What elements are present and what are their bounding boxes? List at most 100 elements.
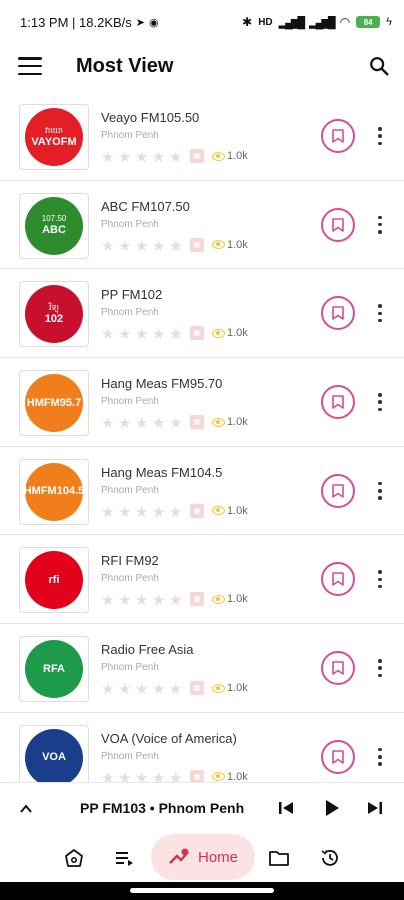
station-name: Hang Meas FM104.5 — [101, 464, 223, 480]
folder-icon[interactable] — [267, 846, 291, 870]
rating-stars[interactable]: ★ ★ ★ ★ ★ — [101, 682, 184, 697]
station-row[interactable]: HMFM95.7 Hang Meas FM95.70 Phnom Penh ★ … — [0, 358, 404, 447]
chevron-up-icon[interactable] — [18, 801, 34, 817]
station-city: Phnom Penh — [101, 307, 159, 319]
star-icon[interactable]: ★ — [169, 593, 184, 608]
star-icon[interactable]: ★ — [101, 150, 116, 165]
rating-stars[interactable]: ★ ★ ★ ★ ★ — [101, 504, 184, 520]
rating-stars[interactable]: ★ ★ ★ ★ ★ — [101, 150, 184, 165]
star-icon[interactable]: ★ — [135, 593, 150, 608]
bookmark-button[interactable] — [321, 562, 355, 597]
bookmark-button[interactable] — [321, 296, 355, 331]
station-row[interactable]: HMFM104.5 Hang Meas FM104.5 Phnom Penh ★… — [0, 447, 404, 536]
station-logo: 107.50 ABC — [19, 192, 89, 259]
bookmark-icon — [332, 395, 344, 409]
bookmark-button[interactable] — [321, 207, 355, 242]
view-count-value: 1.0k — [227, 238, 248, 251]
bookmark-button[interactable] — [321, 473, 355, 508]
more-options-icon[interactable] — [372, 213, 388, 237]
play-icon[interactable] — [320, 797, 342, 819]
menu-icon[interactable] — [18, 57, 42, 75]
rating-stars[interactable]: ★ ★ ★ ★ ★ — [101, 593, 184, 608]
star-icon[interactable]: ★ — [152, 770, 167, 782]
star-icon[interactable]: ★ — [135, 327, 150, 342]
rating-stars[interactable]: ★ ★ ★ ★ ★ — [101, 327, 184, 342]
rating-stars[interactable]: ★ ★ ★ ★ ★ — [101, 770, 184, 782]
playlist-icon[interactable] — [112, 846, 136, 870]
gesture-bar — [0, 882, 404, 900]
star-icon[interactable]: ★ — [135, 682, 150, 697]
more-options-icon[interactable] — [372, 656, 388, 680]
star-icon[interactable]: ★ — [152, 327, 167, 342]
station-logo-badge: rfi — [25, 551, 83, 610]
star-icon[interactable]: ★ — [152, 238, 167, 254]
rating-stars[interactable]: ★ ★ ★ ★ ★ — [101, 416, 184, 431]
star-icon[interactable]: ★ — [101, 416, 116, 431]
station-row[interactable]: 107.50 ABC ABC FM107.50 Phnom Penh ★ ★ ★… — [0, 181, 404, 270]
star-icon[interactable]: ★ — [118, 150, 133, 165]
search-icon[interactable] — [368, 55, 390, 77]
bookmark-button[interactable] — [321, 385, 355, 420]
view-count-value: 1.0k — [227, 150, 248, 162]
star-icon[interactable]: ★ — [101, 238, 116, 254]
nav-home-tab[interactable]: Home — [151, 834, 255, 880]
more-options-icon[interactable] — [372, 479, 388, 503]
wifi-icon: ◠ — [339, 15, 351, 29]
station-row[interactable]: VOA VOA (Voice of America) Phnom Penh ★ … — [0, 713, 404, 782]
star-icon[interactable]: ★ — [101, 504, 116, 520]
star-icon[interactable]: ★ — [118, 416, 133, 431]
star-icon[interactable]: ★ — [135, 238, 150, 254]
star-icon[interactable]: ★ — [118, 593, 133, 608]
more-options-icon[interactable] — [372, 745, 388, 769]
station-row[interactable]: វាយោ VAYOFM Veayo FM105.50 Phnom Penh ★ … — [0, 92, 404, 181]
star-icon[interactable]: ★ — [152, 416, 167, 431]
station-logo-text: HMFM104.5 — [23, 485, 85, 498]
star-icon[interactable]: ★ — [118, 238, 133, 254]
star-icon[interactable]: ★ — [169, 504, 184, 520]
star-icon[interactable]: ★ — [135, 416, 150, 431]
status-bar: 1:13 PM | 18.2KB/s ➤ ◉ ✱ HD ▂▄▆█ ▂▄▆█ ◠ … — [0, 0, 404, 44]
station-row[interactable]: RFA Radio Free Asia Phnom Penh ★ ★ ★ ★ ★… — [0, 624, 404, 713]
star-icon[interactable]: ★ — [135, 504, 150, 520]
bookmark-button[interactable] — [321, 739, 355, 774]
star-icon[interactable]: ★ — [169, 770, 184, 782]
star-icon[interactable]: ★ — [118, 504, 133, 520]
mini-player[interactable]: PP FM103 • Phnom Penh — [0, 782, 404, 834]
star-icon[interactable]: ★ — [169, 416, 184, 431]
bookmark-button[interactable] — [321, 651, 355, 686]
star-icon[interactable]: ★ — [101, 770, 116, 782]
star-icon[interactable]: ★ — [169, 150, 184, 165]
station-tag-icon: ▣ — [190, 149, 204, 163]
bookmark-button[interactable] — [321, 119, 355, 153]
rating-stars[interactable]: ★ ★ ★ ★ ★ — [101, 238, 184, 254]
star-icon[interactable]: ★ — [118, 327, 133, 342]
home-outline-icon[interactable] — [62, 846, 86, 870]
skip-next-icon[interactable] — [364, 797, 386, 819]
more-options-icon[interactable] — [372, 390, 388, 414]
star-icon[interactable]: ★ — [152, 593, 167, 608]
star-icon[interactable]: ★ — [169, 238, 184, 254]
more-options-icon[interactable] — [372, 124, 388, 148]
station-logo-badge: 107.50 ABC — [25, 196, 83, 255]
star-icon[interactable]: ★ — [169, 682, 184, 697]
star-icon[interactable]: ★ — [118, 770, 133, 782]
star-icon[interactable]: ★ — [135, 150, 150, 165]
star-icon[interactable]: ★ — [101, 327, 116, 342]
star-icon[interactable]: ★ — [152, 150, 167, 165]
more-options-icon[interactable] — [372, 301, 388, 325]
station-row[interactable]: វិទ្យុ 102 PP FM102 Phnom Penh ★ ★ ★ ★ ★… — [0, 269, 404, 359]
station-logo: វិទ្យុ 102 — [19, 281, 89, 348]
star-icon[interactable]: ★ — [101, 593, 116, 608]
star-icon[interactable]: ★ — [118, 682, 133, 697]
more-options-icon[interactable] — [372, 567, 388, 591]
star-icon[interactable]: ★ — [101, 682, 116, 697]
skip-previous-icon[interactable] — [275, 797, 297, 819]
star-icon[interactable]: ★ — [152, 682, 167, 697]
star-icon[interactable]: ★ — [152, 504, 167, 520]
star-icon[interactable]: ★ — [169, 327, 184, 342]
view-count-value: 1.0k — [227, 327, 248, 340]
star-icon[interactable]: ★ — [135, 770, 150, 782]
history-icon[interactable] — [318, 846, 342, 870]
station-row[interactable]: rfi RFI FM92 Phnom Penh ★ ★ ★ ★ ★ ▣ 1.0k — [0, 535, 404, 625]
home-indicator[interactable] — [130, 888, 274, 893]
